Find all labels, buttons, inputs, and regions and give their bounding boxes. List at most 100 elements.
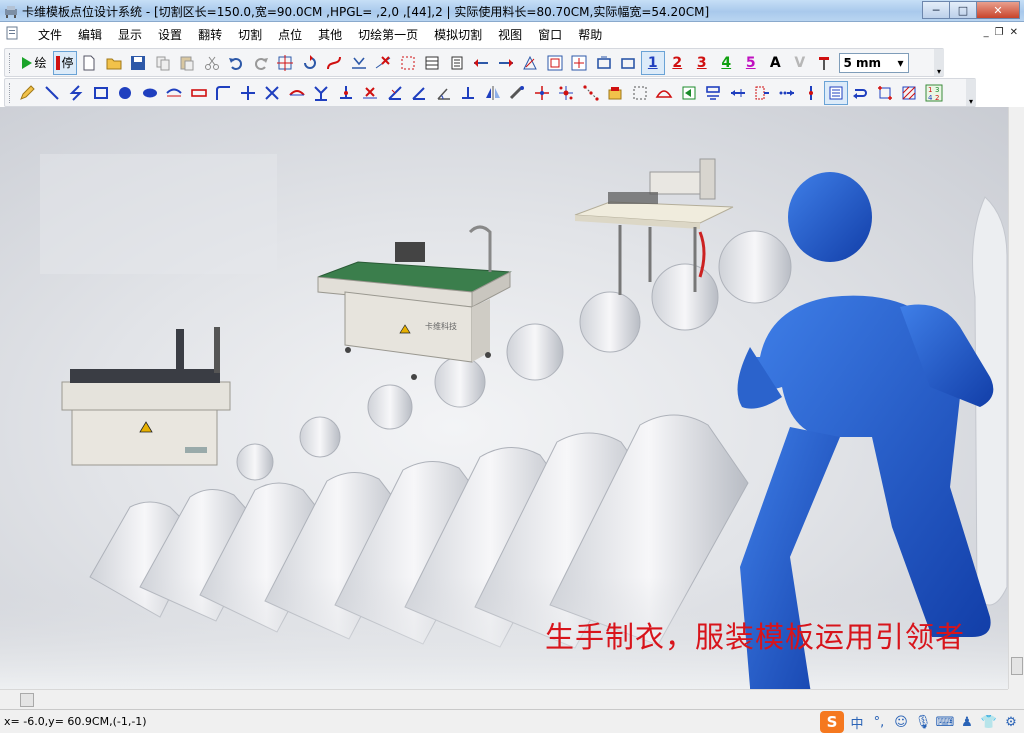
keyboard-icon[interactable]: ⌨	[936, 713, 955, 731]
dots-arrow-icon[interactable]	[775, 81, 800, 105]
frame-icon[interactable]	[592, 51, 617, 75]
move-left-icon[interactable]	[469, 51, 494, 75]
menu-settings[interactable]: 设置	[150, 26, 190, 43]
menu-display[interactable]: 显示	[110, 26, 150, 43]
menu-view[interactable]: 视图	[490, 26, 530, 43]
vertical-scroll-thumb[interactable]	[1011, 657, 1023, 675]
select-area-icon[interactable]	[628, 81, 653, 105]
drawing-canvas[interactable]: 卡维科技 生手制衣，服装模板运用引领者	[0, 107, 1008, 689]
double-line-icon[interactable]	[187, 81, 212, 105]
line-icon[interactable]	[40, 81, 65, 105]
angle-measure-icon[interactable]	[432, 81, 457, 105]
select-point-icon[interactable]	[273, 51, 298, 75]
layer-3-button[interactable]: 3	[690, 51, 715, 75]
microphone-icon[interactable]: 🎙	[914, 713, 932, 731]
properties-icon[interactable]	[823, 80, 848, 105]
layer-2-button[interactable]: 2	[665, 51, 690, 75]
undo-icon[interactable]	[224, 51, 249, 75]
grid-table-icon[interactable]	[420, 51, 445, 75]
shirt-icon[interactable]: 👕	[980, 713, 998, 731]
anchor-point-icon[interactable]	[334, 81, 359, 105]
toolbar2-overflow-icon[interactable]: ▾	[966, 79, 976, 106]
ime-mode-chinese[interactable]: 中	[848, 713, 866, 732]
multi-point-icon[interactable]	[554, 81, 579, 105]
stamp-icon[interactable]	[603, 81, 628, 105]
menu-file[interactable]: 文件	[30, 26, 70, 43]
new-file-icon[interactable]	[77, 51, 102, 75]
menu-other[interactable]: 其他	[310, 26, 350, 43]
mdi-restore-button[interactable]: ❐	[995, 27, 1004, 38]
ellipse-icon[interactable]	[138, 81, 163, 105]
ime-punctuation[interactable]: °,	[870, 713, 888, 731]
horizontal-scrollbar[interactable]	[0, 689, 1008, 709]
cut-point-icon[interactable]	[358, 81, 383, 105]
paste-icon[interactable]	[175, 51, 200, 75]
toolbar-grip[interactable]	[9, 82, 12, 103]
layer-5-button[interactable]: 5	[739, 51, 764, 75]
text-tool-button[interactable]: A	[763, 51, 788, 75]
delete-line-icon[interactable]	[371, 51, 396, 75]
mirror-icon[interactable]	[481, 81, 506, 105]
mdi-close-button[interactable]: ✕	[1010, 27, 1018, 38]
toolbar-grip[interactable]	[9, 52, 12, 73]
maximize-button[interactable]: □	[949, 1, 976, 19]
polyline-icon[interactable]	[64, 81, 89, 105]
menu-cut[interactable]: 切割	[230, 26, 270, 43]
fork-icon[interactable]	[309, 81, 334, 105]
minimize-button[interactable]: ─	[922, 1, 949, 19]
layer-4-button[interactable]: 4	[714, 51, 739, 75]
stop-button[interactable]: 停	[53, 50, 77, 75]
point-line-icon[interactable]	[579, 81, 604, 105]
perpendicular-icon[interactable]	[236, 81, 261, 105]
import-icon[interactable]	[677, 81, 702, 105]
dashed-box-icon[interactable]	[396, 51, 421, 75]
unit-select[interactable]: 5 mm ▾	[838, 52, 909, 73]
angle-cut-icon[interactable]	[383, 81, 408, 105]
redo-icon[interactable]	[249, 51, 274, 75]
menu-simulate-cut[interactable]: 模拟切割	[426, 26, 490, 43]
loop-icon[interactable]	[848, 81, 873, 105]
user-icon[interactable]: ♟	[958, 713, 976, 731]
menu-edit[interactable]: 编辑	[70, 26, 110, 43]
horizontal-scroll-thumb[interactable]	[20, 693, 34, 707]
save-icon[interactable]	[126, 51, 151, 75]
curve-icon[interactable]	[322, 51, 347, 75]
number-grid-icon[interactable]: 13 42	[922, 81, 947, 105]
v-tool-button[interactable]: V	[788, 51, 813, 75]
layer-1-button[interactable]: 1	[640, 50, 665, 75]
rotate-icon[interactable]	[298, 51, 323, 75]
arc-icon[interactable]	[162, 81, 187, 105]
vertical-scrollbar[interactable]	[1008, 107, 1024, 689]
move-right-icon[interactable]	[494, 51, 519, 75]
angle-icon[interactable]	[407, 81, 432, 105]
document-icon[interactable]	[4, 25, 20, 41]
list-icon[interactable]	[445, 51, 470, 75]
frame-alt-icon[interactable]	[616, 51, 641, 75]
menu-help[interactable]: 帮助	[570, 26, 610, 43]
corner-icon[interactable]	[211, 81, 236, 105]
circle-icon[interactable]	[113, 81, 138, 105]
copy-icon[interactable]	[151, 51, 176, 75]
corner-marks-icon[interactable]	[873, 81, 898, 105]
arrow-left-icon[interactable]	[726, 81, 751, 105]
sogou-logo-icon[interactable]: S	[820, 711, 844, 733]
nest-icon[interactable]	[567, 51, 592, 75]
emoji-icon[interactable]: ☺	[892, 713, 910, 731]
open-folder-icon[interactable]	[102, 51, 127, 75]
drill-point-icon[interactable]	[530, 81, 555, 105]
shift-icon[interactable]	[750, 81, 775, 105]
notch-icon[interactable]	[285, 81, 310, 105]
menu-window[interactable]: 窗口	[530, 26, 570, 43]
baseline-icon[interactable]	[456, 81, 481, 105]
measure-icon[interactable]	[505, 81, 530, 105]
menu-flip[interactable]: 翻转	[190, 26, 230, 43]
tools-icon[interactable]: ⚙	[1002, 713, 1020, 731]
pattern-edit-icon[interactable]	[518, 51, 543, 75]
hatch-icon[interactable]	[897, 81, 922, 105]
cross-icon[interactable]	[260, 81, 285, 105]
menu-points[interactable]: 点位	[270, 26, 310, 43]
close-button[interactable]: ✕	[976, 1, 1020, 19]
align-icon[interactable]	[701, 81, 726, 105]
layout-icon[interactable]	[543, 51, 568, 75]
pencil-icon[interactable]	[15, 81, 40, 105]
